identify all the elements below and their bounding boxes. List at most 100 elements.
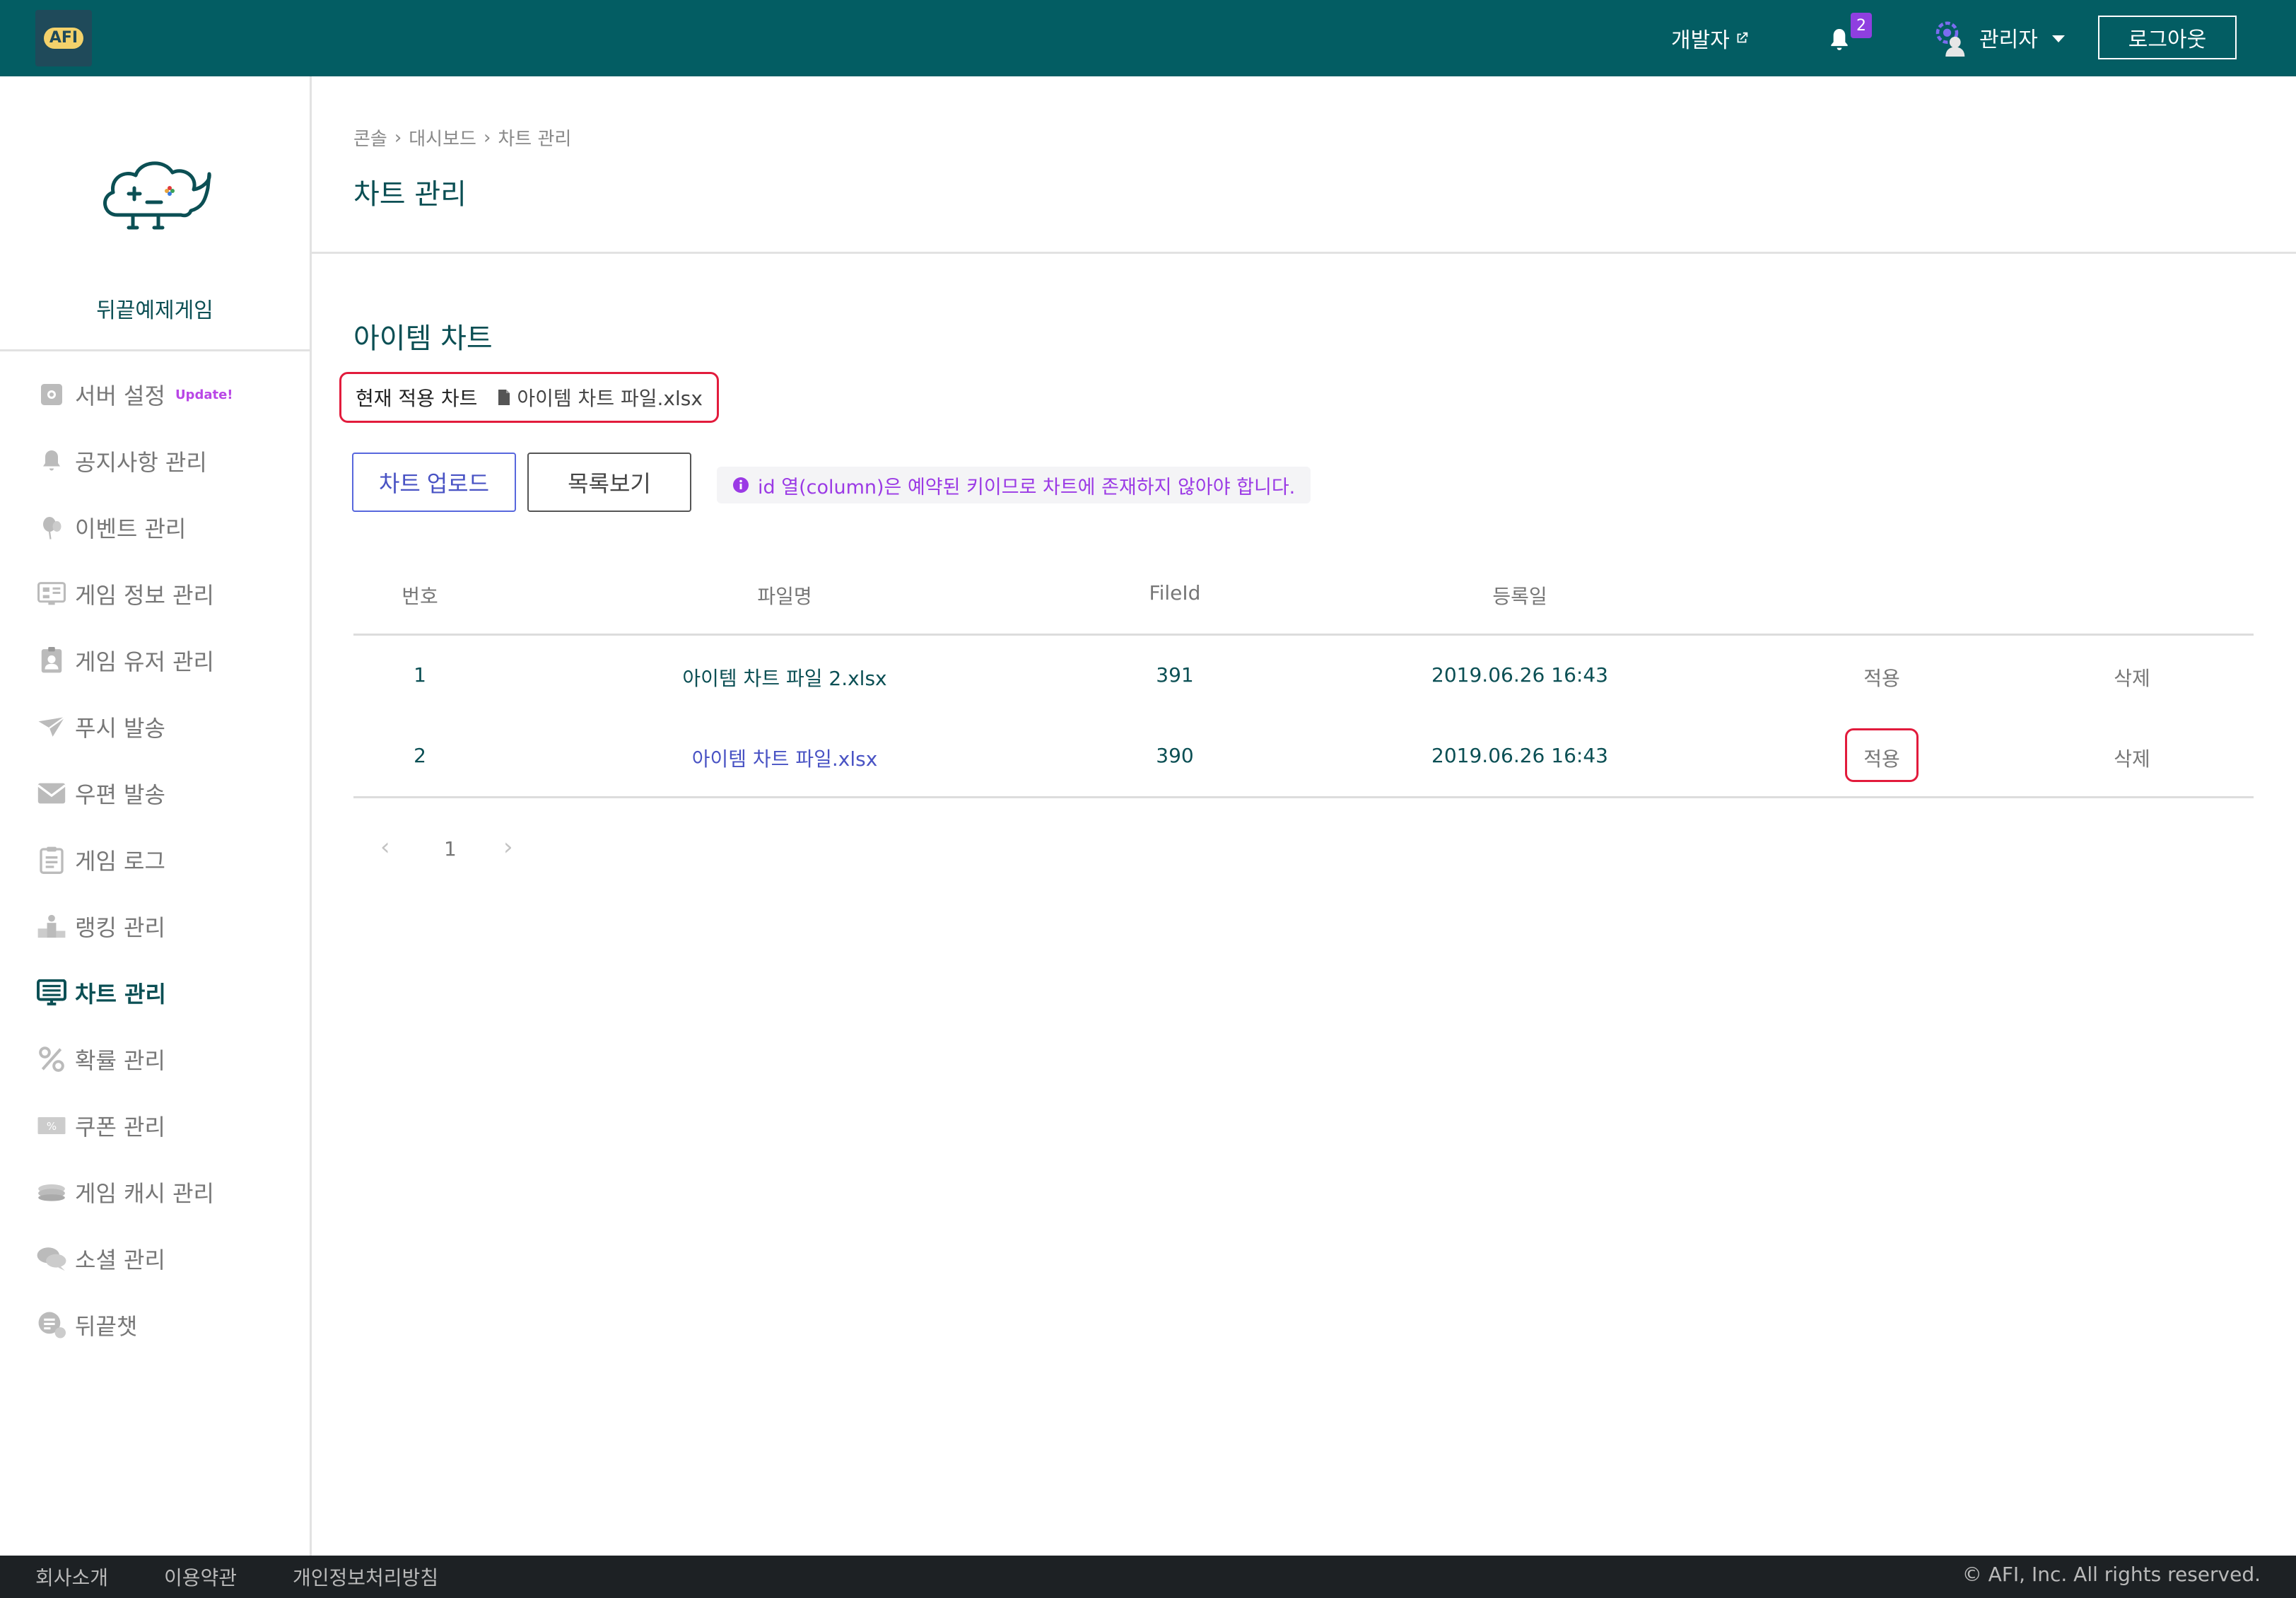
sidebar-item-label: 뒤끝챗	[75, 1313, 138, 1340]
sidebar-item-label: 게임 정보 관리	[75, 582, 214, 609]
sidebar-item-label: 쿠폰 관리	[75, 1114, 165, 1141]
logo-text: AFI	[43, 28, 84, 49]
dashboard-icon	[35, 578, 68, 610]
sidebar-item-label: 차트 관리	[75, 981, 166, 1008]
table-bottom-divider	[353, 796, 2254, 798]
sidebar-item-label: 게임 캐시 관리	[75, 1180, 214, 1207]
footer-link-privacy[interactable]: 개인정보처리방침	[293, 1563, 438, 1591]
info-icon	[733, 477, 749, 493]
sidebar-item-label: 랭킹 관리	[75, 914, 165, 941]
logout-button[interactable]: 로그아웃	[2098, 16, 2237, 59]
sidebar-item-social[interactable]: 소셜 관리	[35, 1230, 310, 1287]
svg-text:%: %	[47, 1120, 57, 1133]
table-header-date: 등록일	[1492, 585, 1547, 608]
row-date: 2019.06.26 16:43	[1431, 663, 1608, 687]
balloon-icon	[35, 511, 68, 544]
gear-icon	[35, 378, 68, 411]
footer: 회사소개 이용약관 개인정보처리방침 © AFI, Inc. All right…	[0, 1556, 2296, 1598]
paper-plane-icon	[35, 711, 68, 743]
sidebar-item-label: 게임 유저 관리	[75, 648, 214, 675]
sidebar-item-mail[interactable]: 우편 발송	[35, 765, 310, 822]
sidebar-item-events[interactable]: 이벤트 관리	[35, 499, 310, 556]
game-cloud-logo-icon	[103, 161, 211, 230]
sidebar-item-game-log[interactable]: 게임 로그	[35, 832, 310, 888]
chat-icon	[35, 1309, 68, 1341]
sidebar-item-probability[interactable]: 확률 관리	[35, 1031, 310, 1087]
row-fileid: 390	[1156, 744, 1194, 767]
sidebar-item-server-settings[interactable]: 서버 설정 Update!	[35, 366, 310, 423]
chat-bubbles-icon	[35, 1242, 68, 1275]
table-header-divider	[353, 634, 2254, 636]
section-title: 아이템 차트	[353, 322, 493, 355]
sidebar-item-label: 확률 관리	[75, 1047, 165, 1074]
sidebar-item-game-info[interactable]: 게임 정보 관리	[35, 566, 310, 622]
breadcrumb-separator-icon: ›	[394, 127, 402, 148]
row-date: 2019.06.26 16:43	[1431, 744, 1608, 767]
current-chart-filename: 아이템 차트 파일.xlsx	[517, 387, 703, 410]
apply-button[interactable]: 적용	[1863, 744, 1900, 772]
sidebar-item-label: 게임 로그	[75, 848, 165, 875]
sidebar-item-notices[interactable]: 공지사항 관리	[35, 433, 310, 489]
table-header-fileid: FileId	[1149, 581, 1201, 605]
delete-button[interactable]: 삭제	[2114, 663, 2150, 692]
sidebar-item-label: 이벤트 관리	[75, 515, 187, 542]
sidebar-item-label: 공지사항 관리	[75, 449, 207, 476]
page-title: 차트 관리	[353, 178, 467, 211]
breadcrumb-item: 차트 관리	[498, 129, 572, 150]
sidebar-divider	[0, 349, 310, 351]
user-badge-icon	[35, 644, 68, 677]
footer-link-company[interactable]: 회사소개	[35, 1563, 108, 1591]
current-chart-label: 현재 적용 차트	[356, 387, 478, 410]
row-number: 2	[414, 744, 426, 767]
notification-count-badge: 2	[1851, 13, 1872, 38]
breadcrumb: 콘솔 › 대시보드 › 차트 관리	[353, 124, 571, 151]
reserved-key-notice: id 열(column)은 예약된 키이므로 차트에 존재하지 않아야 합니다.	[717, 467, 1311, 503]
file-icon	[498, 390, 510, 405]
sidebar: 뒤끝예제게임 서버 설정 Update! 공지사항 관리 이벤트 관리 게임 정…	[0, 76, 312, 1556]
sidebar-item-push[interactable]: 푸시 발송	[35, 699, 310, 755]
notice-text: id 열(column)은 예약된 키이므로 차트에 존재하지 않아야 합니다.	[758, 476, 1296, 498]
top-navigation-bar: AFI 개발자 2 관리자 로그아웃	[0, 0, 2296, 76]
chart-upload-button[interactable]: 차트 업로드	[352, 453, 516, 512]
row-filename-link[interactable]: 아이템 차트 파일 2.xlsx	[682, 663, 886, 692]
table-header-number: 번호	[402, 585, 438, 608]
sidebar-item-game-cash[interactable]: 게임 캐시 관리	[35, 1164, 310, 1220]
developer-link[interactable]: 개발자	[1671, 23, 1750, 54]
breadcrumb-item[interactable]: 대시보드	[409, 124, 476, 151]
apply-button[interactable]: 적용	[1863, 663, 1900, 692]
developer-link-label: 개발자	[1671, 28, 1730, 53]
sidebar-item-coupon[interactable]: % 쿠폰 관리	[35, 1097, 310, 1154]
sidebar-item-label: 푸시 발송	[75, 715, 165, 742]
sidebar-item-label: 서버 설정	[75, 383, 165, 409]
current-chart-indicator: 현재 적용 차트 아이템 차트 파일.xlsx	[339, 372, 719, 423]
list-view-button[interactable]: 목록보기	[527, 453, 691, 512]
pagination-page[interactable]: 1	[444, 837, 457, 861]
current-chart-file[interactable]: 아이템 차트 파일.xlsx	[497, 383, 703, 412]
afi-logo[interactable]: AFI	[35, 10, 92, 66]
chevron-down-icon	[2051, 35, 2065, 42]
admin-label: 관리자	[1979, 28, 2038, 52]
percent-icon	[35, 1043, 68, 1075]
footer-link-terms[interactable]: 이용약관	[164, 1563, 237, 1591]
row-filename-link[interactable]: 아이템 차트 파일.xlsx	[692, 744, 878, 772]
breadcrumb-separator-icon: ›	[483, 127, 491, 148]
sidebar-item-label: 소셜 관리	[75, 1247, 165, 1273]
row-fileid: 391	[1156, 663, 1194, 687]
podium-icon	[35, 910, 68, 943]
table-header-filename: 파일명	[757, 585, 812, 608]
clipboard-icon	[35, 844, 68, 876]
notification-bell-icon[interactable]	[1825, 25, 1853, 54]
delete-button[interactable]: 삭제	[2114, 744, 2150, 772]
breadcrumb-item[interactable]: 콘솔	[353, 124, 387, 151]
pagination-prev-icon[interactable]: ‹	[380, 833, 390, 861]
sidebar-item-backend-chat[interactable]: 뒤끝챗	[35, 1297, 310, 1353]
sidebar-item-chart[interactable]: 차트 관리	[35, 964, 310, 1021]
sidebar-item-ranking[interactable]: 랭킹 관리	[35, 898, 310, 955]
external-link-icon	[1737, 32, 1748, 43]
envelope-icon	[35, 777, 68, 810]
monitor-icon	[35, 976, 68, 1009]
sidebar-item-game-users[interactable]: 게임 유저 관리	[35, 632, 310, 689]
pagination-next-icon[interactable]: ›	[503, 833, 513, 861]
content-divider	[311, 252, 2296, 254]
admin-menu[interactable]: 관리자	[1931, 18, 2065, 57]
